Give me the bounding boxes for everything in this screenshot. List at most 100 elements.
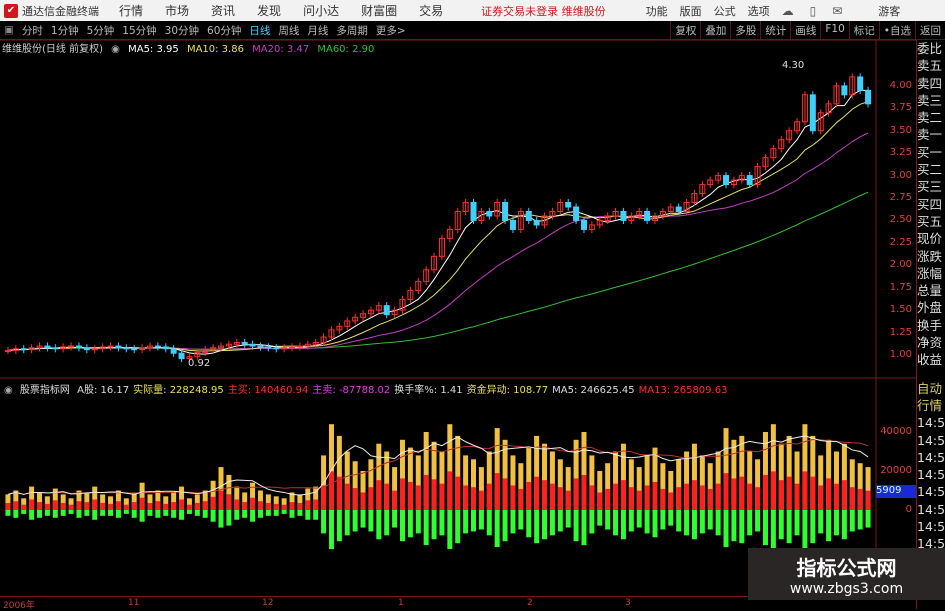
sell-bar [194, 510, 200, 516]
quote-label: 现价 [917, 231, 943, 247]
buy-bar [534, 476, 540, 510]
tick-header[interactable]: 自动 [917, 380, 945, 397]
buy-bar [336, 476, 342, 510]
indicator-value: MA5: 246625.45 [552, 385, 635, 396]
current-volume-label: 5909 [876, 485, 916, 498]
buy-bar [171, 502, 177, 510]
sell-bar [786, 510, 792, 544]
sell-bar [171, 510, 177, 518]
buy-bar [52, 500, 58, 510]
volume-tick: 0 [905, 504, 912, 515]
buy-bar [5, 502, 11, 510]
indicator-value: 主买: 140460.94 [227, 385, 309, 396]
buy-bar [810, 476, 816, 510]
buy-bar [399, 478, 405, 510]
buy-bar [865, 490, 871, 510]
buy-bar [833, 483, 839, 510]
high-label: 4.30 [782, 60, 804, 71]
sell-bar [21, 510, 27, 514]
sell-bar [573, 510, 579, 542]
candle [573, 206, 580, 221]
buy-bar [60, 502, 66, 510]
buy-bar [818, 485, 824, 510]
sell-bar [605, 510, 611, 530]
sell-bar [747, 510, 753, 536]
sell-bar [494, 510, 500, 548]
price-tick: 3.75 [889, 102, 912, 114]
candle [20, 348, 27, 351]
candle [75, 345, 82, 349]
candle [296, 345, 303, 348]
sell-bar [29, 510, 35, 520]
time-label: 12 [262, 598, 274, 608]
candle [249, 343, 256, 347]
sell-bar [115, 510, 121, 518]
candle [470, 202, 477, 221]
buy-bar [778, 480, 784, 510]
buy-bar [13, 501, 19, 510]
sell-bar [281, 510, 287, 514]
buy-bar [155, 501, 161, 510]
candle [281, 347, 288, 350]
buy-bar [376, 480, 382, 510]
buy-bar [273, 503, 279, 510]
buy-bar [321, 485, 327, 510]
sell-bar [5, 510, 11, 516]
buy-bar [494, 473, 500, 510]
sell-bar [644, 510, 650, 534]
sell-bar [368, 510, 374, 532]
buy-bar [392, 490, 398, 510]
sell-bar [478, 510, 484, 530]
buy-bar [770, 471, 776, 510]
quote-label: 换手 [917, 317, 943, 333]
buy-bar [384, 483, 390, 510]
sell-bar [857, 510, 863, 530]
sell-bar [802, 510, 808, 549]
tick-time: 14:5 [917, 501, 945, 517]
time-label: 2 [527, 598, 533, 608]
candle [68, 345, 75, 348]
kline-chart[interactable]: 4.30 0.92 [0, 0, 916, 609]
sell-bar [360, 510, 366, 528]
sell-bar [76, 510, 82, 518]
buy-bar [415, 485, 421, 510]
sell-bar [794, 510, 800, 536]
tool-button[interactable]: 返回 [915, 21, 945, 40]
candle [723, 175, 730, 186]
buy-bar [76, 501, 82, 510]
buy-bar [471, 487, 477, 510]
buy-bar [502, 478, 508, 510]
sell-bar [376, 510, 382, 540]
sell-bar [242, 510, 248, 518]
buy-bar [707, 488, 713, 510]
settings-icon[interactable]: ◉ [4, 385, 13, 396]
price-tick: 3.25 [889, 147, 912, 159]
tick-header[interactable]: 行情 [917, 397, 945, 414]
candle [486, 210, 493, 217]
sell-bar [108, 510, 114, 516]
sell-bar [699, 510, 705, 534]
buy-bar [352, 488, 358, 510]
buy-bar [786, 476, 792, 510]
price-tick: 1.25 [889, 326, 912, 338]
price-tick: 1.50 [889, 304, 912, 316]
sell-bar [810, 510, 816, 544]
buy-bar [510, 485, 516, 510]
quote-panel: 委比 卖五 卖四 卖三 卖二 卖一 买一 买二 买三 买四 买五 现价 涨跌 涨幅 总量 外盘 换手 净资 收益 自动… [916, 40, 945, 609]
tick-time: 14:5 [917, 519, 945, 535]
indicator-name: 股票指标网 [19, 385, 70, 396]
buy-bar [826, 478, 832, 510]
buy-bar [194, 502, 200, 510]
candle [241, 341, 248, 345]
price-tick: 2.50 [889, 214, 912, 226]
price-tick: 1.75 [889, 281, 912, 293]
buy-bar [108, 503, 114, 510]
candle [44, 345, 51, 349]
buy-bar [668, 492, 674, 510]
candle [170, 348, 177, 354]
tick-time: 14:5 [917, 432, 945, 448]
sell-bar [731, 510, 737, 542]
sell-bar [589, 510, 595, 534]
candle [162, 346, 169, 350]
sell-bar [778, 510, 784, 540]
